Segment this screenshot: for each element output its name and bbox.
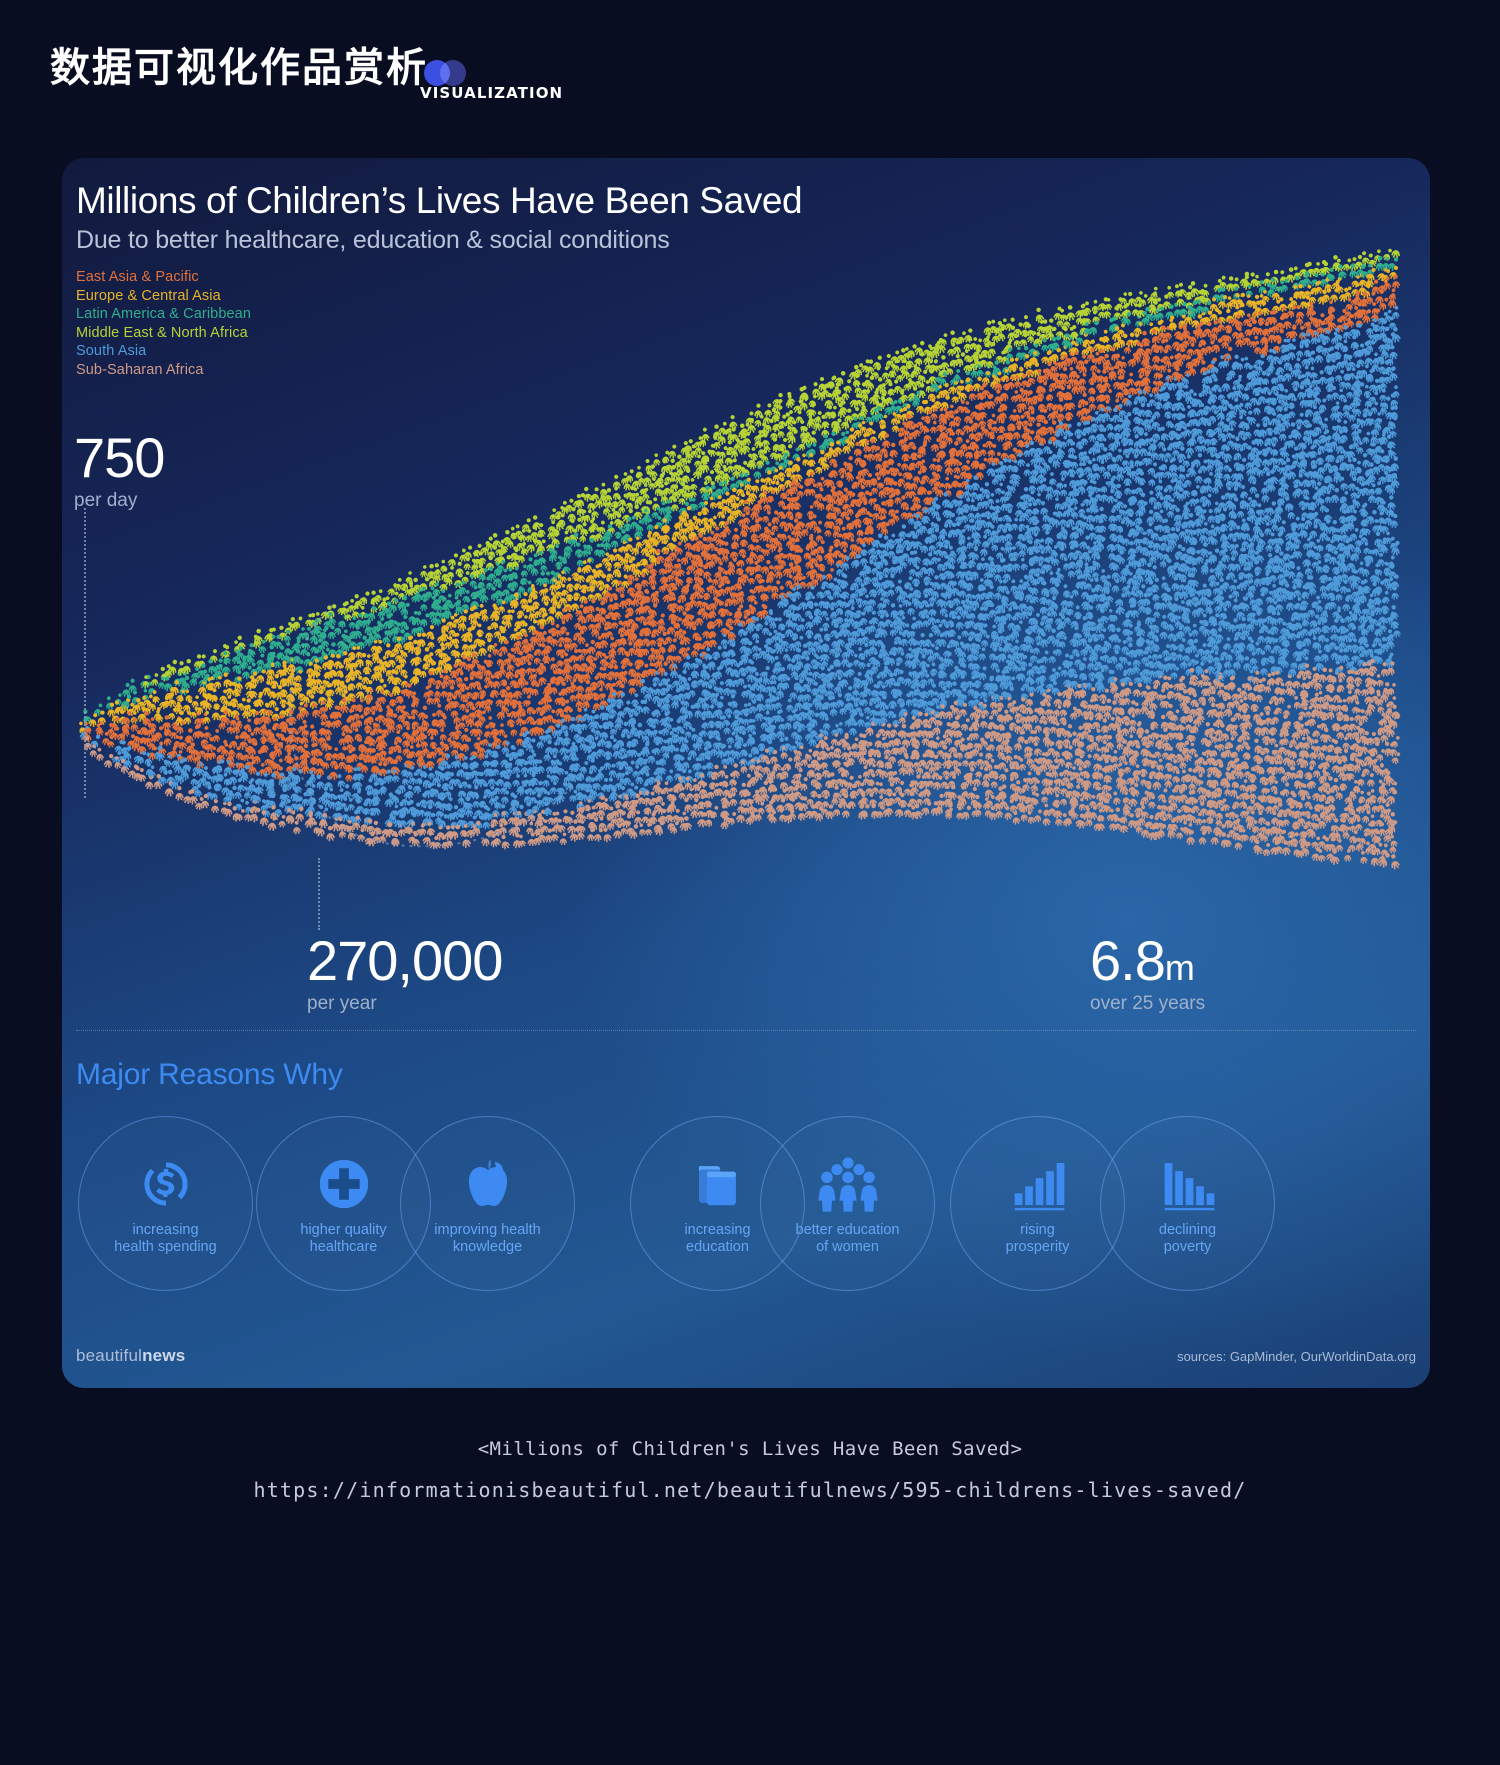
annotation-per-year: 270,000 per year — [307, 929, 503, 1015]
brand-light: beautiful — [76, 1346, 143, 1365]
page-title: Millions of Children’s Lives Have Been S… — [76, 180, 803, 221]
annotation-total-unit: over 25 years — [1090, 993, 1206, 1014]
section-divider — [76, 1030, 1416, 1031]
annotation-per-year-value: 270,000 — [307, 929, 503, 992]
caption-title: <Millions of Children's Lives Have Been … — [477, 1438, 1023, 1460]
bar-chart-up-icon — [1010, 1152, 1066, 1216]
reason-label-0: increasing health spending — [114, 1221, 217, 1255]
reason-label-2: improving health knowledge — [434, 1221, 541, 1255]
reason-label-3: increasing education — [684, 1221, 751, 1255]
reasons-section-title: Major Reasons Why — [76, 1058, 343, 1091]
books-icon — [690, 1152, 746, 1216]
annotation-per-day-value: 750 — [74, 426, 165, 489]
brand-logo: beautifulnews — [76, 1346, 185, 1366]
reasons-list: increasing health spending higher quality h… — [70, 1116, 1425, 1316]
reason-circle-4[interactable]: better education of women — [760, 1116, 935, 1291]
medical-cross-icon — [315, 1152, 373, 1216]
annotation-total: 6.8m over 25 years — [1090, 933, 1205, 1015]
annotation-per-year-unit: per year — [307, 993, 377, 1014]
reason-label-6: declining poverty — [1158, 1221, 1217, 1255]
brand-bold: news — [142, 1346, 186, 1365]
watermark-en-text: VISUALIZATION — [420, 84, 564, 102]
women-group-icon — [817, 1152, 879, 1216]
watermark: 数据可视化作品赏析 — [50, 48, 470, 88]
watermark-cn-text: 数据可视化作品赏析 — [50, 45, 428, 91]
sources-note: sources: GapMinder, OurWorldinData.org — [1177, 1349, 1416, 1364]
annotation-total-value: 6.8m — [1090, 929, 1195, 992]
dollar-circle-icon — [140, 1152, 192, 1216]
reason-circle-5[interactable]: rising prosperity — [950, 1116, 1125, 1291]
reason-circle-6[interactable]: declining poverty — [1100, 1116, 1275, 1291]
reason-label-4: better education of women — [795, 1221, 900, 1255]
apple-icon — [460, 1152, 516, 1216]
reason-circle-0[interactable]: increasing health spending — [78, 1116, 253, 1291]
annotation-per-day: 750 per day — [74, 426, 165, 512]
caption-url[interactable]: https://informationisbeautiful.net/beaut… — [0, 1478, 1500, 1502]
reason-label-5: rising prosperity — [1005, 1221, 1070, 1255]
bar-chart-down-icon — [1160, 1152, 1216, 1216]
leader-line-270 — [318, 858, 320, 930]
reason-circle-2[interactable]: improving health knowledge — [400, 1116, 575, 1291]
annotation-total-suffix: m — [1164, 947, 1195, 988]
infographic-card: Millions of Children’s Lives Have Been S… — [62, 158, 1430, 1388]
leader-line-750 — [84, 508, 86, 798]
watermark-logo-icon — [424, 60, 470, 86]
leader-curve-270 — [288, 605, 575, 848]
annotation-per-day-unit: per day — [74, 490, 138, 511]
infographic-page: 数据可视化作品赏析 VISUALIZATION Millions of Chil… — [0, 0, 1500, 1765]
reason-label-1: higher quality healthcare — [300, 1221, 387, 1255]
